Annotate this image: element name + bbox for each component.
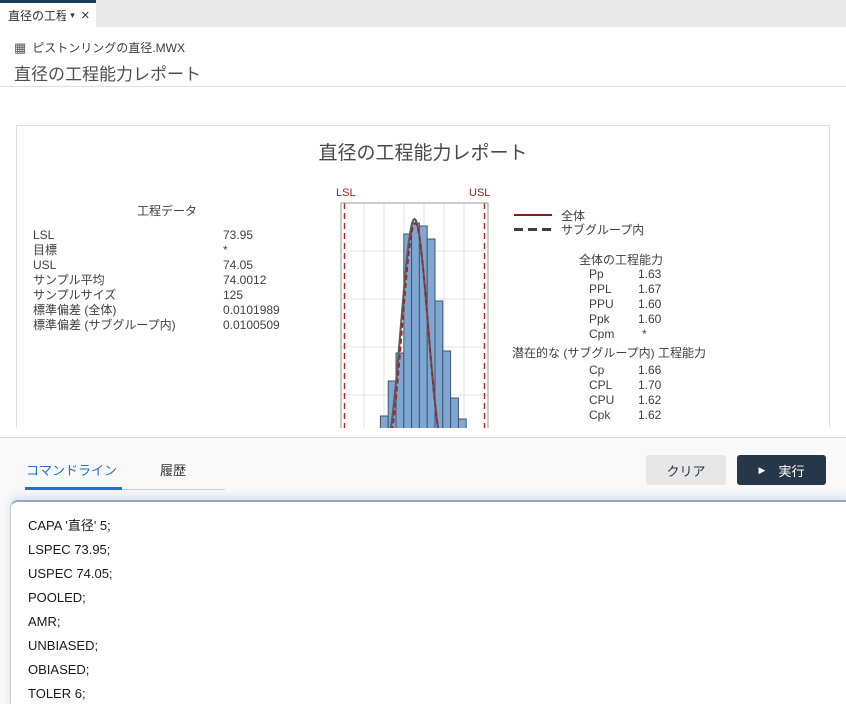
table-row: サンプル平均 74.0012	[33, 273, 323, 288]
process-data-title: 工程データ	[33, 202, 301, 219]
worksheet-name: ピストンリングの直径.MWX	[32, 39, 185, 56]
command-input-area[interactable]: CAPA '直径' 5; LSPEC 73.95; USPEC 74.05; P…	[10, 500, 846, 704]
worksheet-grid-icon: ▦	[14, 41, 26, 54]
table-row: CPU 1.62	[589, 393, 661, 408]
command-panel: コマンドライン 履歴 クリア ▶ 実行 CAPA '直径' 5; LSPEC 7…	[0, 438, 846, 704]
play-icon: ▶	[759, 466, 766, 475]
clear-button[interactable]: クリア	[646, 455, 726, 485]
table-row: サンプルサイズ 125	[33, 288, 323, 303]
capability-histogram	[334, 185, 494, 428]
tabs-baseline	[122, 489, 225, 490]
table-row: 標準偏差 (全体) 0.0101989	[33, 303, 323, 318]
dashed-line-icon	[514, 228, 552, 231]
table-row: CPL 1.70	[589, 378, 661, 393]
curve-legend: 全体 サブグループ内	[514, 208, 644, 236]
table-row: 目標 *	[33, 243, 323, 258]
command-line-text: TOLER 6;	[28, 682, 846, 704]
output-tabbar: 直径の工程能力... ▾ ✕	[0, 0, 846, 27]
minitab-window: 直径の工程能力... ▾ ✕ ▦ ピストンリングの直径.MWX 直径の工程能力レ…	[0, 0, 846, 704]
legend-item-within: サブグループ内	[514, 222, 644, 236]
table-row: 標準偏差 (サブグループ内) 0.0100509	[33, 318, 323, 333]
overall-capability-title: 全体の工程能力	[579, 251, 663, 268]
table-row: USL 74.05	[33, 258, 323, 273]
tab-close-icon[interactable]: ✕	[81, 9, 90, 22]
command-line-text: CAPA '直径' 5;	[28, 514, 846, 538]
command-line-text: LSPEC 73.95;	[28, 538, 846, 562]
table-row: PPL 1.67	[589, 282, 661, 297]
solid-line-icon	[514, 214, 552, 216]
table-row: LSL 73.95	[33, 228, 323, 243]
table-row: Cpm *	[589, 327, 661, 342]
output-title: 直径の工程能力レポート	[14, 60, 201, 85]
tab-history[interactable]: 履歴	[160, 460, 186, 479]
output-tab-label: 直径の工程能力...	[8, 7, 66, 24]
output-tab[interactable]: 直径の工程能力... ▾ ✕	[0, 0, 96, 27]
overall-capability-table: Pp 1.63 PPL 1.67 PPU 1.60 Ppk 1.60 Cpm	[589, 267, 661, 342]
report-title: 直径の工程能力レポート	[17, 138, 829, 165]
tab-command-line[interactable]: コマンドライン	[26, 460, 117, 479]
command-line-text: USPEC 74.05;	[28, 562, 846, 586]
table-row: PPU 1.60	[589, 297, 661, 312]
document-header: ▦ ピストンリングの直径.MWX 直径の工程能力レポート	[0, 27, 846, 87]
command-line-text: POOLED;	[28, 586, 846, 610]
run-button[interactable]: ▶ 実行	[737, 455, 826, 485]
table-row: Pp 1.63	[589, 267, 661, 282]
within-capability-table: Cp 1.66 CPL 1.70 CPU 1.62 Cpk 1.62	[589, 363, 661, 423]
worksheet-row: ▦ ピストンリングの直径.MWX	[14, 39, 185, 56]
table-row: Cp 1.66	[589, 363, 661, 378]
output-pane: 直径の工程能力レポート 工程データ LSL 73.95 目標 * USL 74.…	[0, 87, 846, 437]
active-tab-underline	[25, 487, 122, 490]
command-line-text: UNBIASED;	[28, 634, 846, 658]
table-row: Ppk 1.60	[589, 312, 661, 327]
command-line-text: OBIASED;	[28, 658, 846, 682]
command-line-text: AMR;	[28, 610, 846, 634]
within-capability-title: 潜在的な (サブグループ内) 工程能力	[512, 344, 706, 361]
process-data-table: 工程データ LSL 73.95 目標 * USL 74.05 サンプル平均 74…	[33, 202, 323, 333]
run-button-label: 実行	[778, 461, 804, 480]
tab-dropdown-icon[interactable]: ▾	[70, 10, 75, 21]
table-row: Cpk 1.62	[589, 408, 661, 423]
capability-report-card[interactable]: 直径の工程能力レポート 工程データ LSL 73.95 目標 * USL 74.…	[16, 125, 830, 428]
